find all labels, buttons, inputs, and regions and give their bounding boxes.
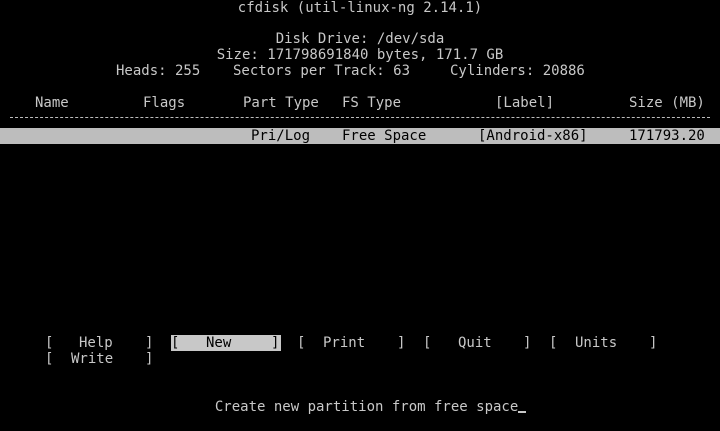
quit-button[interactable]: [ Quit ] [423,335,533,351]
table-divider [10,117,710,118]
status-message: Create new partition from free space [214,399,519,415]
help-button-label: Help [79,335,113,351]
quit-button-label: Quit [458,335,492,351]
row-part-type: Pri/Log [251,128,311,144]
print-close-bracket: ] [397,335,406,351]
new-open-bracket: [ [171,335,180,351]
table-row[interactable]: Pri/Log Free Space [Android-x86] 171793.… [0,128,720,144]
write-open-bracket: [ [45,351,54,367]
print-button[interactable]: [ Print ] [297,335,407,351]
print-button-label: Print [323,335,366,351]
status-line: Create new partition from free space [198,383,527,415]
column-header-name: Name [35,95,69,111]
new-button-label: New [206,335,232,351]
quit-open-bracket: [ [423,335,432,351]
units-open-bracket: [ [549,335,558,351]
cylinders-label: Cylinders: 20886 [450,63,585,79]
help-button[interactable]: [ Help ] [45,335,155,351]
help-open-bracket: [ [45,335,54,351]
new-close-bracket: ] [271,335,280,351]
column-header-part-type: Part Type [243,95,319,111]
column-header-flags: Flags [143,95,186,111]
sectors-label: Sectors per Track: 63 [233,63,411,79]
new-button[interactable]: [ New ] [171,335,281,351]
heads-label: Heads: 255 [116,63,201,79]
print-open-bracket: [ [297,335,306,351]
units-close-bracket: ] [649,335,658,351]
row-fs-type: Free Space [342,128,427,144]
app-title: cfdisk (util-linux-ng 2.14.1) [237,0,483,16]
column-header-label: [Label] [495,95,555,111]
disk-size-label: Size: 171798691840 bytes, 171.7 GB [216,47,504,63]
column-header-fs-type: FS Type [342,95,402,111]
row-label: [Android-x86] [478,128,588,144]
row-size: 171793.20 [629,128,705,144]
column-header-size: Size (MB) [629,95,705,111]
units-button[interactable]: [ Units ] [549,335,659,351]
units-button-label: Units [575,335,618,351]
text-cursor [518,411,527,413]
quit-close-bracket: ] [523,335,532,351]
write-close-bracket: ] [145,351,154,367]
write-button[interactable]: [ Write ] [45,351,155,367]
write-button-label: Write [71,351,114,367]
help-close-bracket: ] [145,335,154,351]
disk-drive-label: Disk Drive: /dev/sda [275,31,445,47]
